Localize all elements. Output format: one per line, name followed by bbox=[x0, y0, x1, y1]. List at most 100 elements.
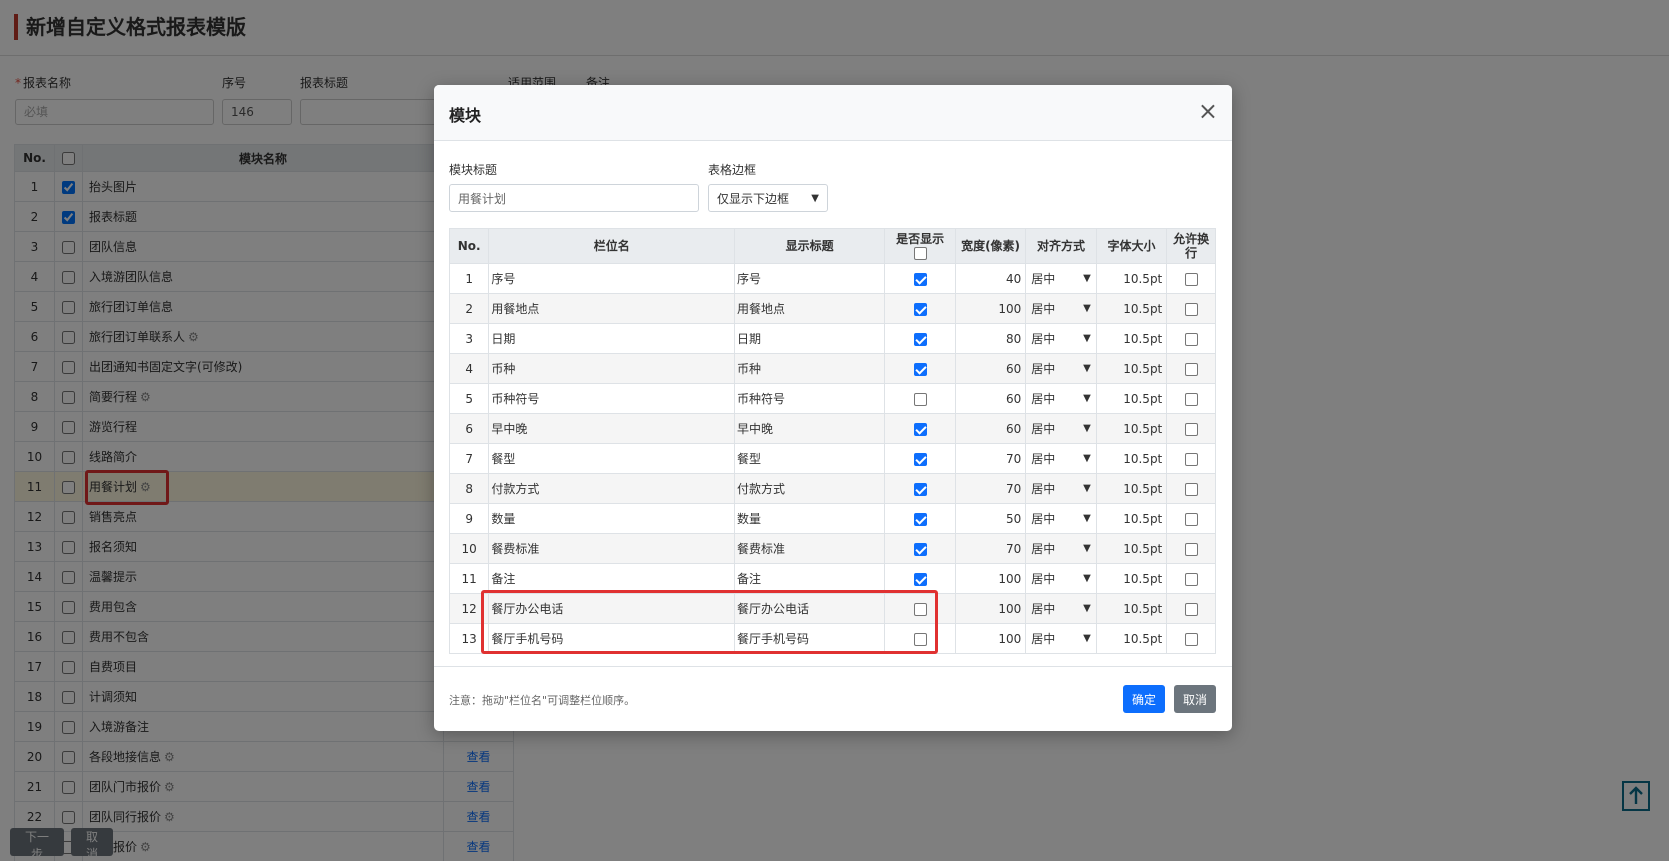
align-select[interactable]: 居中 ▼ bbox=[1029, 330, 1092, 347]
visible-checkbox[interactable] bbox=[913, 422, 927, 436]
display-title[interactable]: 日期 bbox=[734, 323, 886, 354]
column-row[interactable]: 7 餐型 餐型 70 居中 ▼ 10.5pt bbox=[448, 443, 1216, 474]
field-name[interactable]: 币种 bbox=[488, 353, 736, 384]
width-value[interactable]: 100 bbox=[954, 293, 1027, 324]
font-size-value[interactable]: 10.5pt bbox=[1095, 473, 1168, 504]
display-title[interactable]: 付款方式 bbox=[734, 473, 886, 504]
wrap-checkbox[interactable] bbox=[1184, 452, 1198, 466]
width-value[interactable]: 70 bbox=[954, 443, 1027, 474]
module-title-input[interactable] bbox=[449, 184, 699, 212]
wrap-checkbox[interactable] bbox=[1184, 332, 1198, 346]
font-size-value[interactable]: 10.5pt bbox=[1095, 413, 1168, 444]
align-select[interactable]: 居中 ▼ bbox=[1029, 630, 1092, 647]
field-name[interactable]: 数量 bbox=[488, 503, 736, 534]
align-select[interactable]: 居中 ▼ bbox=[1029, 600, 1092, 617]
align-select[interactable]: 居中 ▼ bbox=[1029, 450, 1092, 467]
visible-checkbox[interactable] bbox=[913, 362, 927, 376]
width-value[interactable]: 60 bbox=[954, 413, 1027, 444]
column-row[interactable]: 3 日期 日期 80 居中 ▼ 10.5pt bbox=[448, 323, 1216, 354]
font-size-value[interactable]: 10.5pt bbox=[1095, 293, 1168, 324]
column-row[interactable]: 2 用餐地点 用餐地点 100 居中 ▼ 10.5pt bbox=[448, 293, 1216, 324]
field-name[interactable]: 早中晚 bbox=[488, 413, 736, 444]
width-value[interactable]: 80 bbox=[954, 323, 1027, 354]
visible-checkbox[interactable] bbox=[913, 302, 927, 316]
visible-checkbox[interactable] bbox=[913, 332, 927, 346]
column-row[interactable]: 10 餐费标准 餐费标准 70 居中 ▼ 10.5pt bbox=[448, 533, 1216, 564]
display-title[interactable]: 币种符号 bbox=[734, 383, 886, 414]
width-value[interactable]: 70 bbox=[954, 533, 1027, 564]
align-select[interactable]: 居中 ▼ bbox=[1029, 570, 1092, 587]
field-name[interactable]: 币种符号 bbox=[488, 383, 736, 414]
display-title[interactable]: 早中晚 bbox=[734, 413, 886, 444]
wrap-checkbox[interactable] bbox=[1184, 602, 1198, 616]
wrap-checkbox[interactable] bbox=[1184, 512, 1198, 526]
font-size-value[interactable]: 10.5pt bbox=[1095, 443, 1168, 474]
font-size-value[interactable]: 10.5pt bbox=[1095, 263, 1168, 294]
display-title[interactable]: 序号 bbox=[734, 263, 886, 294]
field-name[interactable]: 备注 bbox=[488, 563, 736, 594]
display-title[interactable]: 币种 bbox=[734, 353, 886, 384]
field-name[interactable]: 用餐地点 bbox=[488, 293, 736, 324]
display-title[interactable]: 数量 bbox=[734, 503, 886, 534]
font-size-value[interactable]: 10.5pt bbox=[1095, 593, 1168, 624]
visible-checkbox[interactable] bbox=[913, 512, 927, 526]
visible-checkbox[interactable] bbox=[913, 572, 927, 586]
field-name[interactable]: 餐费标准 bbox=[488, 533, 736, 564]
confirm-button[interactable]: 确定 bbox=[1123, 685, 1165, 713]
visible-checkbox[interactable] bbox=[913, 482, 927, 496]
wrap-checkbox[interactable] bbox=[1184, 632, 1198, 646]
width-value[interactable]: 60 bbox=[954, 353, 1027, 384]
display-title[interactable]: 餐型 bbox=[734, 443, 886, 474]
modal-cancel-button[interactable]: 取消 bbox=[1174, 685, 1216, 713]
visible-checkbox[interactable] bbox=[913, 452, 927, 466]
close-icon[interactable]: × bbox=[1198, 99, 1218, 123]
align-select[interactable]: 居中 ▼ bbox=[1029, 270, 1092, 287]
display-title[interactable]: 餐费标准 bbox=[734, 533, 886, 564]
display-title[interactable]: 备注 bbox=[734, 563, 886, 594]
align-select[interactable]: 居中 ▼ bbox=[1029, 390, 1092, 407]
font-size-value[interactable]: 10.5pt bbox=[1095, 563, 1168, 594]
wrap-checkbox[interactable] bbox=[1184, 542, 1198, 556]
align-select[interactable]: 居中 ▼ bbox=[1029, 300, 1092, 317]
width-value[interactable]: 100 bbox=[954, 593, 1027, 624]
visible-all-checkbox[interactable] bbox=[913, 247, 927, 260]
column-row[interactable]: 4 币种 币种 60 居中 ▼ 10.5pt bbox=[448, 353, 1216, 384]
width-value[interactable]: 100 bbox=[954, 563, 1027, 594]
visible-checkbox[interactable] bbox=[913, 542, 927, 556]
column-row[interactable]: 8 付款方式 付款方式 70 居中 ▼ 10.5pt bbox=[448, 473, 1216, 504]
font-size-value[interactable]: 10.5pt bbox=[1095, 323, 1168, 354]
field-name[interactable]: 付款方式 bbox=[488, 473, 736, 504]
font-size-value[interactable]: 10.5pt bbox=[1095, 533, 1168, 564]
align-select[interactable]: 居中 ▼ bbox=[1029, 360, 1092, 377]
wrap-checkbox[interactable] bbox=[1184, 572, 1198, 586]
column-row[interactable]: 1 序号 序号 40 居中 ▼ 10.5pt bbox=[448, 263, 1216, 294]
column-row[interactable]: 11 备注 备注 100 居中 ▼ 10.5pt bbox=[448, 563, 1216, 594]
column-row[interactable]: 9 数量 数量 50 居中 ▼ 10.5pt bbox=[448, 503, 1216, 534]
wrap-checkbox[interactable] bbox=[1184, 482, 1198, 496]
visible-checkbox[interactable] bbox=[913, 392, 927, 406]
wrap-checkbox[interactable] bbox=[1184, 302, 1198, 316]
align-select[interactable]: 居中 ▼ bbox=[1029, 480, 1092, 497]
width-value[interactable]: 70 bbox=[954, 473, 1027, 504]
field-name[interactable]: 餐型 bbox=[488, 443, 736, 474]
table-border-select[interactable]: 仅显示下边框 ▼ bbox=[708, 184, 828, 212]
font-size-value[interactable]: 10.5pt bbox=[1095, 353, 1168, 384]
align-select[interactable]: 居中 ▼ bbox=[1029, 420, 1092, 437]
visible-checkbox[interactable] bbox=[913, 272, 927, 286]
width-value[interactable]: 50 bbox=[954, 503, 1027, 534]
width-value[interactable]: 40 bbox=[954, 263, 1027, 294]
column-row[interactable]: 6 早中晚 早中晚 60 居中 ▼ 10.5pt bbox=[448, 413, 1216, 444]
font-size-value[interactable]: 10.5pt bbox=[1095, 623, 1168, 654]
field-name[interactable]: 序号 bbox=[488, 263, 736, 294]
width-value[interactable]: 60 bbox=[954, 383, 1027, 414]
field-name[interactable]: 日期 bbox=[488, 323, 736, 354]
wrap-checkbox[interactable] bbox=[1184, 392, 1198, 406]
wrap-checkbox[interactable] bbox=[1184, 422, 1198, 436]
align-select[interactable]: 居中 ▼ bbox=[1029, 540, 1092, 557]
font-size-value[interactable]: 10.5pt bbox=[1095, 383, 1168, 414]
wrap-checkbox[interactable] bbox=[1184, 272, 1198, 286]
display-title[interactable]: 用餐地点 bbox=[734, 293, 886, 324]
font-size-value[interactable]: 10.5pt bbox=[1095, 503, 1168, 534]
align-select[interactable]: 居中 ▼ bbox=[1029, 510, 1092, 527]
column-row[interactable]: 5 币种符号 币种符号 60 居中 ▼ 10.5pt bbox=[448, 383, 1216, 414]
